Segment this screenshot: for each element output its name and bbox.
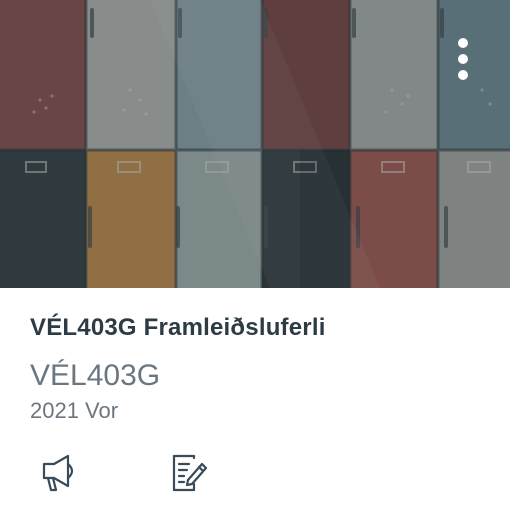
course-card: VÉL403G Framleiðsluferli VÉL403G 2021 Vo… [0,0,510,522]
course-title[interactable]: VÉL403G Framleiðsluferli [30,314,326,342]
assignments-button[interactable] [166,450,210,494]
course-card-hero-image[interactable] [0,0,510,288]
kebab-menu-icon[interactable] [452,34,474,84]
course-term: 2021 Vor [30,398,119,423]
course-color-overlay [0,0,510,288]
announcements-button[interactable] [38,450,82,494]
assignment-edit-icon [172,454,208,492]
megaphone-icon [42,454,74,492]
course-code: VÉL403G [30,359,161,392]
